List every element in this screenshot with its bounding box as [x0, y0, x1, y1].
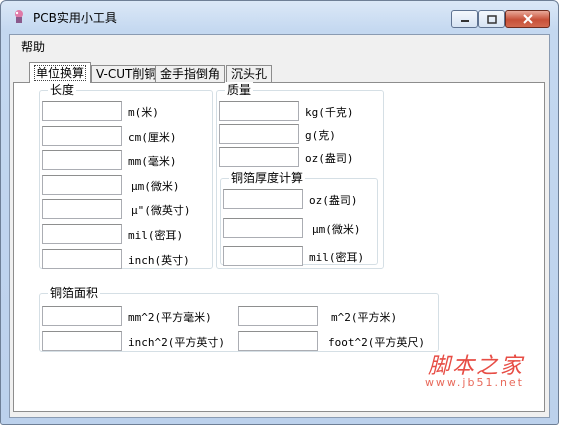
thickness-um-input[interactable] [223, 218, 303, 238]
mass-oz-input[interactable] [219, 147, 299, 167]
close-button[interactable] [505, 10, 550, 28]
length-mm-input[interactable] [42, 150, 122, 170]
watermark-url: www.jb51.net [424, 376, 524, 389]
mass-g-input[interactable] [219, 124, 299, 144]
tab-strip: 单位换算 V-CUT削铜 金手指倒角 沉头孔 [10, 55, 549, 83]
mass-g-label: g(克) [305, 129, 336, 142]
length-mm-label: mm(毫米) [128, 155, 177, 168]
length-inch-label: inch(英寸) [128, 254, 190, 267]
tab-gold-finger[interactable]: 金手指倒角 [155, 65, 226, 82]
area-m2-label: m^2(平方米) [331, 311, 398, 324]
length-m-input[interactable] [42, 101, 122, 121]
maximize-button[interactable] [478, 10, 505, 28]
length-mil-input[interactable] [42, 224, 122, 244]
title-bar[interactable]: PCB实用小工具 [1, 1, 558, 31]
length-um-label: μm(微米) [131, 180, 180, 193]
length-m-label: m(米) [128, 106, 159, 119]
thickness-um-label: μm(微米) [312, 223, 361, 236]
minimize-icon [460, 20, 469, 22]
area-mm2-input[interactable] [42, 306, 122, 326]
menu-bar: 帮助 [10, 35, 549, 55]
tab-vcut[interactable]: V-CUT削铜 [91, 65, 162, 82]
length-uinch-input[interactable] [42, 199, 122, 219]
area-m2-input[interactable] [238, 306, 318, 326]
area-inch2-label: inch^2(平方英寸) [128, 336, 225, 349]
area-foot2-input[interactable] [238, 331, 318, 351]
maximize-icon [486, 14, 497, 24]
watermark: 脚本之家 www.jb51.net [390, 348, 530, 398]
mass-group-title: 质量 [225, 82, 254, 98]
tab-countersink[interactable]: 沉头孔 [226, 65, 273, 82]
area-inch2-input[interactable] [42, 331, 122, 351]
close-icon [522, 14, 533, 24]
window-title: PCB实用小工具 [33, 11, 117, 25]
app-icon [15, 10, 23, 23]
thickness-mil-input[interactable] [223, 246, 303, 266]
length-inch-input[interactable] [42, 249, 122, 269]
thickness-mil-label: mil(密耳) [309, 251, 365, 264]
thickness-oz-label: oz(盎司) [309, 194, 358, 207]
length-uinch-label: μ"(微英寸) [131, 204, 191, 217]
length-mil-label: mil(密耳) [128, 229, 184, 242]
mass-kg-label: kg(千克) [305, 106, 354, 119]
length-um-input[interactable] [42, 175, 122, 195]
length-cm-input[interactable] [42, 126, 122, 146]
length-group-title: 长度 [48, 82, 77, 98]
mass-kg-input[interactable] [219, 101, 299, 121]
thickness-oz-input[interactable] [223, 189, 303, 209]
copper-area-title: 铜箔面积 [48, 285, 101, 301]
length-cm-label: cm(厘米) [128, 131, 177, 144]
mass-oz-label: oz(盎司) [305, 152, 354, 165]
area-mm2-label: mm^2(平方毫米) [128, 311, 212, 324]
copper-thickness-title: 铜箔厚度计算 [229, 170, 306, 186]
minimize-button[interactable] [451, 10, 478, 28]
tab-unit-conversion[interactable]: 单位换算 [29, 62, 92, 83]
menu-help[interactable]: 帮助 [21, 38, 45, 55]
